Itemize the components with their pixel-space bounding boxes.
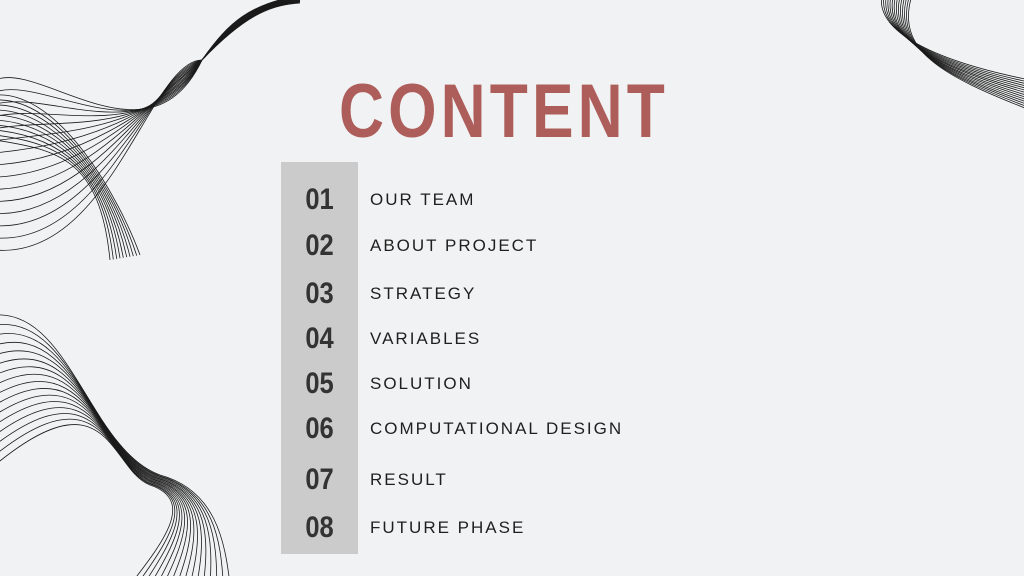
toc-item-label: ABOUT PROJECT	[370, 236, 539, 255]
toc-item-number: 03	[305, 277, 334, 310]
toc-item-label: OUR TEAM	[370, 190, 476, 209]
wave-line	[0, 350, 207, 576]
toc-item-label: VARIABLES	[370, 329, 482, 348]
toc-item-label: COMPUTATIONAL DESIGN	[370, 419, 624, 438]
toc-item-number: 08	[305, 511, 334, 544]
wave-line	[0, 0, 287, 117]
wave-lines-decoration-top-left	[0, 0, 301, 261]
wave-line	[0, 0, 297, 165]
wave-line	[889, 0, 1024, 89]
wave-line	[904, 0, 1024, 104]
wave-line	[0, 0, 281, 110]
wave-line	[0, 115, 128, 258]
wave-lines-decoration-bottom-left	[0, 314, 230, 576]
wave-line	[0, 418, 176, 576]
toc-item-number: 02	[305, 229, 334, 262]
wave-line	[893, 0, 1024, 93]
wave-lines-decoration-top-right	[881, 0, 1024, 109]
wave-line	[902, 0, 1024, 102]
toc-item-04[interactable]: 04 VARIABLES	[281, 319, 681, 359]
slide: CONTENT 01 OUR TEAM 02 ABOUT PROJECT 03 …	[0, 0, 1024, 576]
wave-line	[900, 0, 1024, 100]
toc-item-06[interactable]: 06 COMPUTATIONAL DESIGN	[281, 409, 681, 449]
toc-item-number: 04	[305, 322, 334, 355]
toc-item-number: 05	[305, 367, 334, 400]
wave-line	[0, 342, 212, 576]
toc-item-03[interactable]: 03 STRATEGY	[281, 274, 681, 314]
wave-line	[0, 0, 283, 111]
toc-item-01[interactable]: 01 OUR TEAM	[281, 180, 681, 220]
toc-item-number: 07	[305, 463, 334, 496]
toc-item-05[interactable]: 05 SOLUTION	[281, 364, 681, 404]
wave-line	[0, 333, 218, 576]
wave-line	[898, 0, 1024, 97]
wave-line	[0, 0, 294, 153]
toc-item-label: RESULT	[370, 470, 448, 489]
wave-line	[0, 2, 301, 239]
wave-line	[0, 358, 202, 576]
toc-item-08[interactable]: 08 FUTURE PHASE	[281, 508, 681, 548]
toc-item-label: FUTURE PHASE	[370, 518, 526, 537]
toc-item-07[interactable]: 07 RESULT	[281, 460, 681, 500]
wave-line	[896, 0, 1024, 95]
wave-line	[908, 0, 1024, 109]
toc-item-label: SOLUTION	[370, 374, 473, 393]
wave-line	[0, 424, 174, 576]
wave-line	[0, 0, 301, 202]
wave-line	[0, 2, 301, 251]
wave-line	[0, 125, 121, 259]
toc-item-02[interactable]: 02 ABOUT PROJECT	[281, 226, 681, 266]
slide-title: CONTENT	[339, 69, 669, 154]
toc-item-number: 06	[305, 412, 334, 445]
toc-item-label: STRATEGY	[370, 284, 477, 303]
toc-item-number: 01	[305, 183, 334, 216]
wave-line	[0, 373, 195, 576]
wave-line	[0, 0, 292, 141]
wave-line	[0, 413, 178, 576]
